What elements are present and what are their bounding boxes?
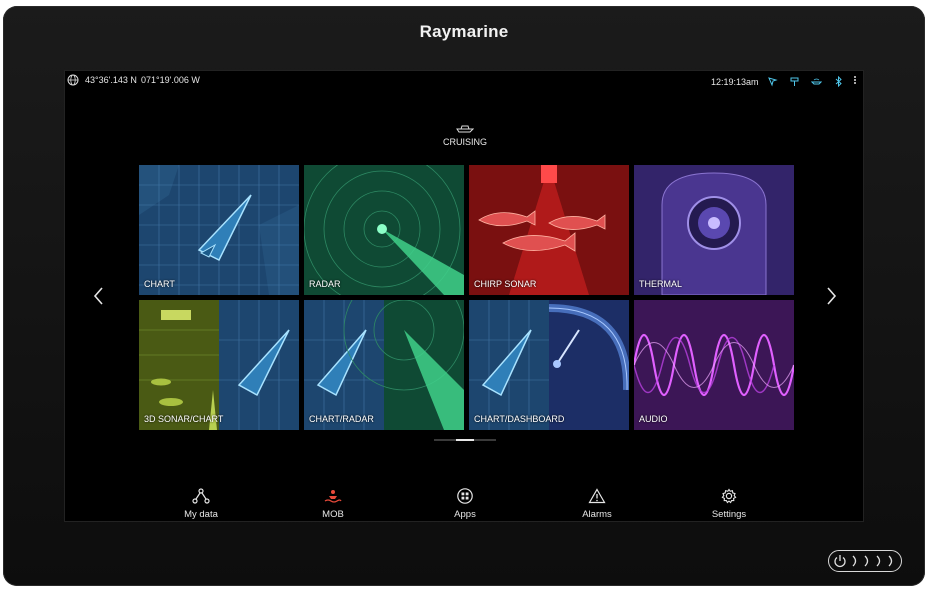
- page-indicator: [434, 439, 496, 441]
- app-tile-label: CHART/RADAR: [309, 414, 374, 424]
- mob-button[interactable]: MOB: [293, 488, 373, 520]
- page-prev-arrow[interactable]: [91, 285, 107, 307]
- longitude-readout: 071°19'.006 W: [141, 75, 200, 85]
- app-tile-chirp-sonar[interactable]: CHIRP SONAR: [469, 165, 629, 295]
- latitude-readout: 43°36'.143 N: [85, 75, 137, 85]
- chart-dashboard-tile-art: [469, 300, 629, 430]
- 3d-sonar-chart-tile-art: [139, 300, 299, 430]
- page-indicator-active: [456, 439, 474, 441]
- app-tile-label: CHART: [144, 279, 175, 289]
- mode-label: CRUISING: [442, 137, 487, 147]
- mode-indicator[interactable]: CRUISING: [65, 123, 865, 147]
- ais-icon[interactable]: [789, 76, 800, 87]
- mob-label: MOB: [322, 509, 344, 520]
- globe-icon: [67, 74, 79, 86]
- app-tile-chart-dashboard[interactable]: CHART/DASHBOARD: [469, 300, 629, 430]
- alarms-label: Alarms: [582, 509, 612, 520]
- my-data-label: My data: [184, 509, 218, 520]
- chart-radar-tile-art: [304, 300, 464, 430]
- my-data-button[interactable]: My data: [161, 488, 241, 520]
- boat-icon: [456, 125, 474, 133]
- bluetooth-icon[interactable]: [833, 76, 844, 87]
- page-next-arrow[interactable]: [823, 285, 839, 307]
- settings-label: Settings: [711, 509, 747, 520]
- home-screen: 43°36'.143 N 071°19'.006 W 12:19:13am CR…: [64, 70, 864, 522]
- status-bar: 43°36'.143 N 071°19'.006 W 12:19:13am: [65, 71, 865, 91]
- apps-button[interactable]: Apps: [425, 488, 505, 520]
- app-tile-audio[interactable]: AUDIO: [634, 300, 794, 430]
- chart-tile-art: [139, 165, 299, 295]
- app-tile-label: CHART/DASHBOARD: [474, 414, 565, 424]
- app-tile-3d-sonar-chart[interactable]: 3D SONAR/CHART: [139, 300, 299, 430]
- app-tile-chart[interactable]: CHART: [139, 165, 299, 295]
- power-icon: [834, 555, 893, 568]
- network-nodes-icon: [192, 488, 210, 504]
- app-tile-label: RADAR: [309, 279, 341, 289]
- app-tile-label: THERMAL: [639, 279, 683, 289]
- apps-grid-icon: [457, 488, 473, 504]
- app-tile-label: CHIRP SONAR: [474, 279, 537, 289]
- radar-tile-art: [304, 165, 464, 295]
- brand-logo: Raymarine: [419, 22, 509, 41]
- alarms-button[interactable]: Alarms: [557, 488, 637, 520]
- boat-sensor-icon[interactable]: [811, 76, 822, 87]
- more-menu-icon[interactable]: [853, 75, 857, 87]
- audio-tile-art: [634, 300, 794, 430]
- thermal-tile-art: [634, 165, 794, 295]
- app-tile-chart-radar[interactable]: CHART/RADAR: [304, 300, 464, 430]
- app-tile-radar[interactable]: RADAR: [304, 165, 464, 295]
- app-tile-label: 3D SONAR/CHART: [144, 414, 224, 424]
- man-overboard-icon: [324, 490, 342, 503]
- gear-icon: [721, 488, 737, 504]
- gps-icon[interactable]: [767, 76, 778, 87]
- app-tile-label: AUDIO: [639, 414, 668, 424]
- clock-readout: 12:19:13am: [711, 77, 759, 87]
- sonar-tile-art: [469, 165, 629, 295]
- apps-label: Apps: [454, 509, 476, 520]
- app-tile-thermal[interactable]: THERMAL: [634, 165, 794, 295]
- warning-triangle-icon: [588, 488, 606, 504]
- power-key[interactable]: [828, 550, 902, 572]
- settings-button[interactable]: Settings: [689, 488, 769, 520]
